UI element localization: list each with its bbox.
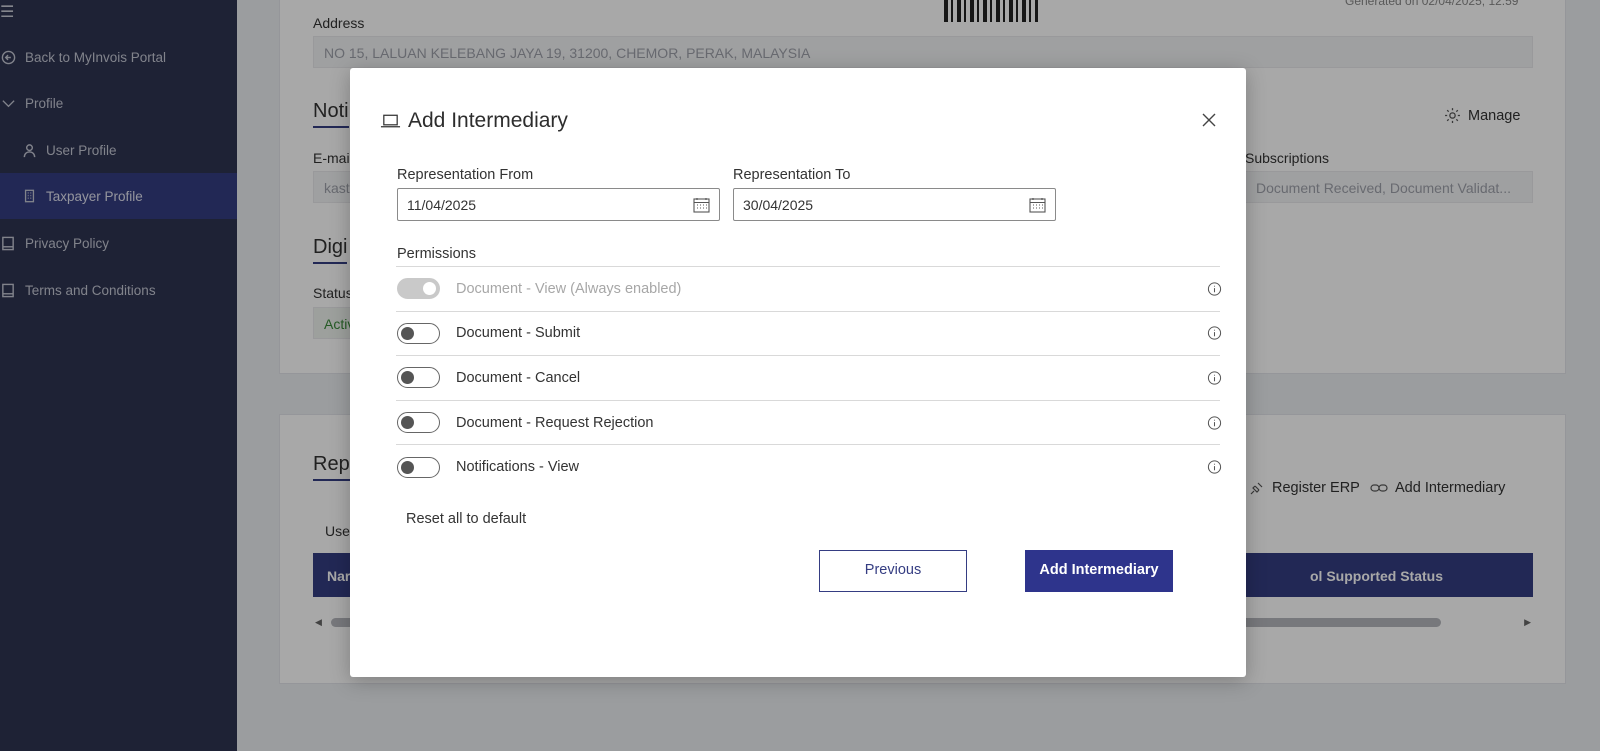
representation-from-label: Representation From: [397, 167, 534, 183]
add-intermediary-button[interactable]: Add Intermediary: [1025, 550, 1173, 592]
previous-button[interactable]: Previous: [819, 550, 967, 592]
permissions-list: Document - View (Always enabled) Documen…: [396, 266, 1222, 489]
close-button[interactable]: [1201, 112, 1217, 128]
permission-label: Document - View (Always enabled): [456, 280, 682, 297]
calendar-icon[interactable]: [693, 197, 710, 213]
dialog-title: Add Intermediary: [380, 109, 568, 133]
toggle-document-submit[interactable]: [397, 322, 440, 344]
permission-row-document-submit: Document - Submit: [396, 310, 1222, 356]
calendar-icon[interactable]: [1029, 197, 1046, 213]
toggle-document-cancel[interactable]: [397, 367, 440, 389]
info-icon[interactable]: [1207, 460, 1222, 475]
representation-to-input[interactable]: [743, 196, 1003, 213]
add-intermediary-dialog: Add Intermediary Representation From Rep…: [350, 68, 1246, 677]
reset-default-link[interactable]: Reset all to default: [406, 511, 526, 527]
info-icon[interactable]: [1207, 281, 1222, 296]
permission-label: Document - Cancel: [456, 369, 581, 386]
permission-label: Document - Request Rejection: [456, 414, 654, 431]
permissions-label: Permissions: [397, 246, 476, 262]
permission-row-document-cancel: Document - Cancel: [396, 355, 1222, 400]
toggle-document-request-rejection[interactable]: [397, 412, 440, 434]
permission-label: Document - Submit: [456, 325, 581, 342]
dialog-title-text: Add Intermediary: [408, 109, 568, 132]
representation-to-field[interactable]: [733, 188, 1056, 221]
info-icon[interactable]: [1207, 370, 1222, 385]
representation-from-input[interactable]: [407, 196, 667, 213]
permission-label: Notifications - View: [456, 459, 580, 476]
representation-from-field[interactable]: [397, 188, 720, 221]
info-icon[interactable]: [1207, 415, 1222, 430]
permission-row-document-request-rejection: Document - Request Rejection: [396, 399, 1222, 445]
laptop-icon: [380, 114, 401, 128]
info-icon[interactable]: [1207, 326, 1222, 341]
toggle-notifications-view[interactable]: [397, 456, 440, 478]
representation-to-label: Representation To: [733, 167, 851, 183]
toggle-document-view: [397, 278, 440, 300]
permission-row-document-view: Document - View (Always enabled): [396, 266, 1222, 311]
close-icon: [1202, 113, 1216, 127]
permission-row-notifications-view: Notifications - View: [396, 444, 1222, 489]
